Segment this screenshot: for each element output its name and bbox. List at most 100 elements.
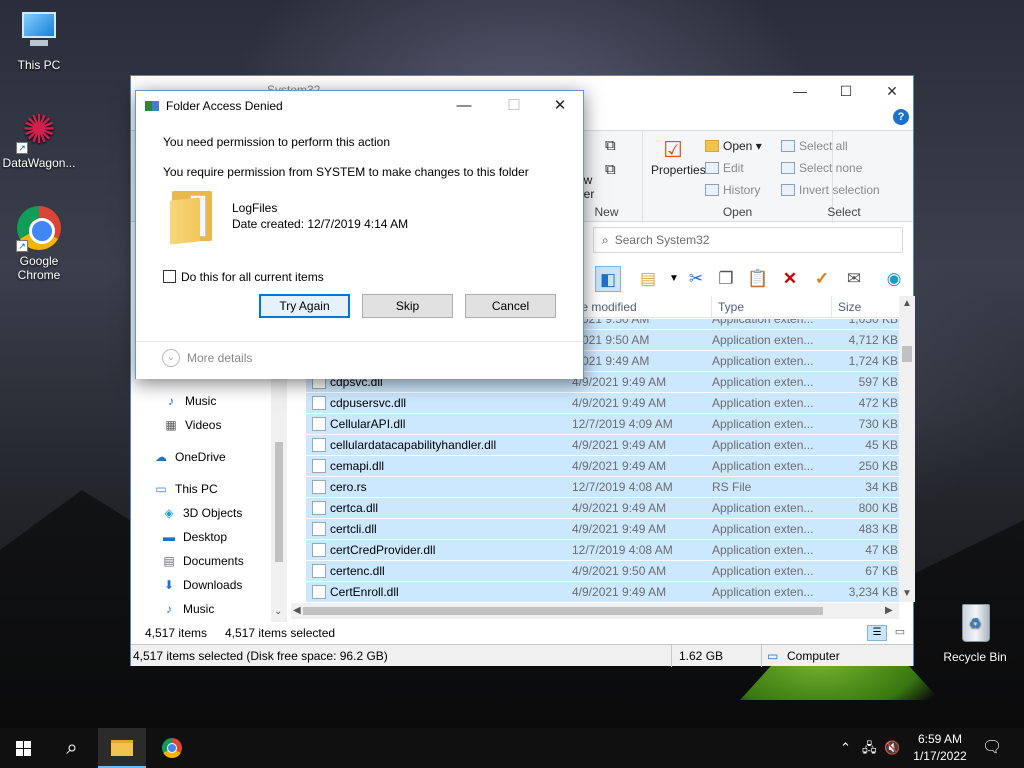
cut-icon[interactable]: ✂ — [683, 266, 709, 292]
horizontal-scrollbar[interactable]: ◀ ▶ — [291, 603, 899, 619]
close-button[interactable]: ✕ — [869, 78, 915, 104]
open-button[interactable]: Open ▾ — [705, 139, 762, 153]
nav-item-desktop[interactable]: ▬ Desktop — [161, 526, 227, 548]
chevron-down-icon[interactable]: ⌄ — [274, 606, 282, 617]
shortcut-arrow-icon: ↗ — [16, 142, 28, 154]
table-row[interactable]: cero.rs 12/7/2019 4:08 AM RS File 34 KB — [306, 477, 902, 498]
minimize-button[interactable]: — — [777, 78, 823, 104]
nav-scrollbar-thumb[interactable] — [275, 442, 283, 562]
do-this-for-all-checkbox[interactable] — [163, 270, 176, 283]
desktop-icon-datawagon[interactable]: ✺ ↗ DataWagon... — [1, 108, 77, 170]
delete-icon[interactable]: ✕ — [777, 266, 803, 292]
paste-icon[interactable]: 📋 — [745, 266, 771, 292]
table-row[interactable]: certenc.dll 4/9/2021 9:50 AM Application e… — [306, 561, 902, 582]
chevron-down-icon[interactable]: ⌄ — [162, 349, 180, 367]
preview-pane-icon[interactable]: ◧ — [595, 266, 621, 292]
horizontal-scrollbar-thumb[interactable] — [303, 607, 823, 615]
file-list-scrollbar[interactable]: ▲ ▼ — [899, 296, 915, 602]
details-view-icon[interactable]: ☰ — [867, 625, 887, 641]
search-button[interactable]: ⌕ — [48, 728, 96, 768]
easy-access-icon[interactable]: ⧉ — [605, 161, 616, 178]
file-date: /2021 9:50 AM — [572, 333, 650, 347]
more-details-link[interactable]: More details — [187, 351, 252, 365]
table-row[interactable]: cemapi.dll 4/9/2021 9:49 AM Application ex… — [306, 456, 902, 477]
nav-item-music[interactable]: ♪ Music — [163, 390, 216, 412]
desktop-icon: ▬ — [163, 530, 175, 544]
chevron-up-icon[interactable]: ⌃ — [840, 728, 851, 768]
history-button[interactable]: History — [705, 183, 760, 197]
chevron-down-icon[interactable]: ▼ — [902, 588, 912, 599]
try-again-button[interactable]: Try Again — [259, 294, 350, 318]
column-size[interactable]: Size — [832, 296, 902, 318]
checkbox-label[interactable]: Do this for all current items — [181, 270, 324, 284]
copy-icon[interactable]: ❐ — [713, 266, 739, 292]
nav-item-onedrive[interactable]: ☁ OneDrive — [153, 446, 226, 468]
table-row[interactable]: certcli.dll 4/9/2021 9:49 AM Application e… — [306, 519, 902, 540]
taskbar-chrome[interactable] — [148, 728, 196, 768]
volume-muted-icon[interactable]: 🔇 — [884, 728, 900, 768]
invert-selection-button[interactable]: Invert selection — [781, 183, 880, 197]
maximize-button[interactable]: ☐ — [823, 78, 869, 104]
nav-item-this-pc[interactable]: ▭ This PC — [153, 478, 217, 500]
desktop-icon-google-chrome[interactable]: ↗ Google Chrome — [1, 206, 77, 282]
file-size: 730 KB — [858, 417, 898, 431]
properties-button[interactable]: ☑ Properties — [651, 137, 706, 201]
globe-icon[interactable]: ◉ — [881, 266, 907, 292]
column-type[interactable]: Type — [712, 296, 832, 318]
start-button[interactable] — [0, 728, 48, 768]
table-row[interactable]: certCredProvider.dll 12/7/2019 4:08 AM App… — [306, 540, 902, 561]
nav-item-downloads[interactable]: ⬇ Downloads — [161, 574, 242, 596]
new-item-icon[interactable]: ⧉ — [605, 137, 616, 154]
rename-check-icon[interactable]: ✓ — [809, 266, 835, 292]
network-icon[interactable]: 🖧 — [862, 728, 877, 768]
search-placeholder: Search System32 — [614, 233, 710, 247]
file-size: 483 KB — [858, 522, 898, 536]
file-date: 12/7/2019 4:08 AM — [572, 480, 673, 494]
table-row[interactable]: cdpusersvc.dll 4/9/2021 9:49 AM Applicatio… — [306, 393, 902, 414]
select-all-button[interactable]: Select all — [781, 139, 848, 153]
email-icon[interactable]: ✉ — [841, 266, 867, 292]
desktop-icon-recycle-bin[interactable]: Recycle Bin — [937, 602, 1013, 664]
taskbar-file-explorer[interactable] — [98, 728, 146, 768]
table-row[interactable]: CertEnroll.dll 4/9/2021 9:49 AM Applicatio… — [306, 582, 902, 603]
onedrive-icon: ☁ — [155, 450, 167, 464]
nav-item-videos[interactable]: ▦ Videos — [163, 414, 221, 436]
file-type: Application exten... — [712, 375, 814, 389]
nav-item-3d-objects[interactable]: ◈ 3D Objects — [161, 502, 242, 524]
table-row[interactable]: cellulardatacapabilityhandler.dll 4/9/202… — [306, 435, 902, 456]
dialog-close-button[interactable]: ✕ — [538, 93, 582, 119]
desktop-icon-this-pc[interactable]: This PC — [1, 10, 77, 72]
edit-button[interactable]: Edit — [705, 161, 744, 175]
chevron-left-icon[interactable]: ◀ — [293, 605, 301, 616]
folder-access-denied-dialog: Folder Access Denied — ☐ ✕ You need perm… — [135, 90, 584, 379]
column-date-modified[interactable]: te modified — [572, 296, 712, 318]
dialog-title-bar[interactable]: Folder Access Denied — ☐ ✕ — [136, 91, 583, 121]
dialog-title: Folder Access Denied — [166, 99, 283, 113]
nav-scrollbar[interactable]: ⌄ — [271, 372, 287, 622]
dialog-minimize-button[interactable]: — — [442, 93, 486, 119]
clock-date: 1/17/2022 — [913, 749, 967, 763]
clock[interactable]: 6:59 AM 1/17/2022 — [905, 731, 975, 765]
music-icon: ♪ — [166, 602, 172, 616]
cancel-button[interactable]: Cancel — [465, 294, 556, 318]
dll-file-icon — [312, 438, 326, 452]
help-icon[interactable]: ? — [893, 109, 909, 125]
search-input[interactable]: ⌕ Search System32 — [593, 227, 903, 253]
skip-button[interactable]: Skip — [362, 294, 453, 318]
dll-file-icon — [312, 522, 326, 536]
nav-item-documents[interactable]: ▤ Documents — [161, 550, 243, 572]
nav-item-music-2[interactable]: ♪ Music — [161, 598, 214, 620]
select-none-button[interactable]: Select none — [781, 161, 862, 175]
file-list-scrollbar-thumb[interactable] — [902, 346, 912, 362]
table-row[interactable]: certca.dll 4/9/2021 9:49 AM Application ex… — [306, 498, 902, 519]
file-size: 4,712 KB — [848, 333, 898, 347]
table-row[interactable]: CellularAPI.dll 12/7/2019 4:09 AM Applicat… — [306, 414, 902, 435]
chevron-right-icon[interactable]: ▶ — [885, 605, 893, 616]
notifications-icon[interactable]: 🗨 — [982, 728, 1002, 768]
details-pane-icon[interactable]: ▤ — [635, 266, 661, 292]
file-type: Application exten... — [712, 564, 814, 578]
file-size: 800 KB — [858, 501, 898, 515]
desktop-icon-label: DataWagon... — [2, 156, 76, 170]
chevron-up-icon[interactable]: ▲ — [902, 298, 912, 309]
large-icons-view-icon[interactable]: ▭ — [891, 625, 909, 641]
